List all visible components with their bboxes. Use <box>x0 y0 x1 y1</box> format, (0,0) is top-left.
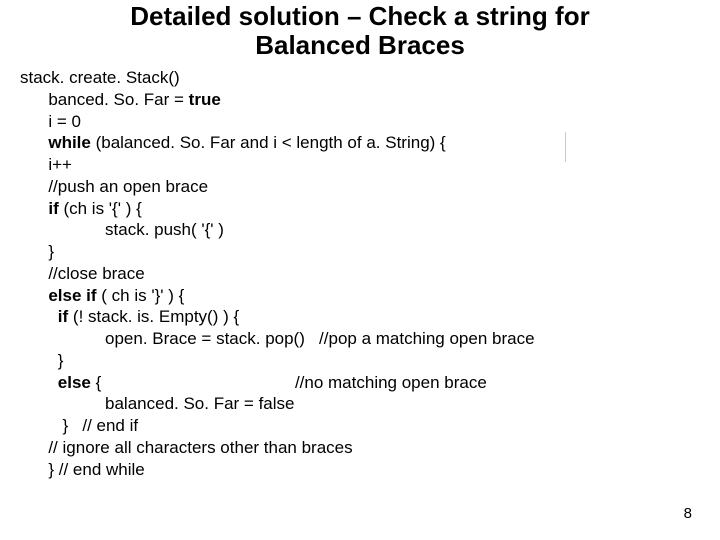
page-number: 8 <box>684 505 692 522</box>
code-line: (balanced. So. Far and i < length of a. … <box>91 133 446 152</box>
code-line: stack. create. Stack() <box>20 68 180 87</box>
kw-true: true <box>189 90 221 109</box>
code-line: } <box>20 242 54 261</box>
kw-if: if <box>48 199 58 218</box>
title-line-2: Balanced Braces <box>20 31 700 60</box>
code-line: i++ <box>20 155 72 174</box>
code-line <box>20 199 48 218</box>
code-line: ( ch is '}' ) { <box>97 286 185 305</box>
code-line: i = 0 <box>20 112 81 131</box>
code-line <box>20 307 58 326</box>
title-line-1: Detailed solution – Check a string for <box>130 1 589 31</box>
code-line: (! stack. is. Empty() ) { <box>68 307 239 326</box>
code-line: (ch is '{' ) { <box>59 199 142 218</box>
code-line: } // end while <box>20 460 145 479</box>
slide: Detailed solution – Check a string for B… <box>0 0 720 540</box>
code-line <box>20 373 58 392</box>
page-title: Detailed solution – Check a string for B… <box>20 0 700 59</box>
code-line: // ignore all characters other than brac… <box>20 438 353 457</box>
kw-else-if: else if <box>48 286 96 305</box>
code-line <box>20 286 48 305</box>
code-line: } <box>20 351 63 370</box>
code-line: } // end if <box>20 416 138 435</box>
divider-line <box>565 132 566 162</box>
code-line: balanced. So. Far = false <box>20 394 295 413</box>
kw-else: else <box>58 373 91 392</box>
kw-if: if <box>58 307 68 326</box>
code-line: banced. So. Far = <box>20 90 189 109</box>
code-line: stack. push( '{' ) <box>20 220 224 239</box>
kw-while: while <box>48 133 91 152</box>
code-block: stack. create. Stack() banced. So. Far =… <box>20 67 700 480</box>
code-line <box>20 133 48 152</box>
code-line: //close brace <box>20 264 145 283</box>
code-line: open. Brace = stack. pop() //pop a match… <box>20 329 535 348</box>
code-line: //push an open brace <box>20 177 208 196</box>
code-line: { //no matching open brace <box>91 373 487 392</box>
